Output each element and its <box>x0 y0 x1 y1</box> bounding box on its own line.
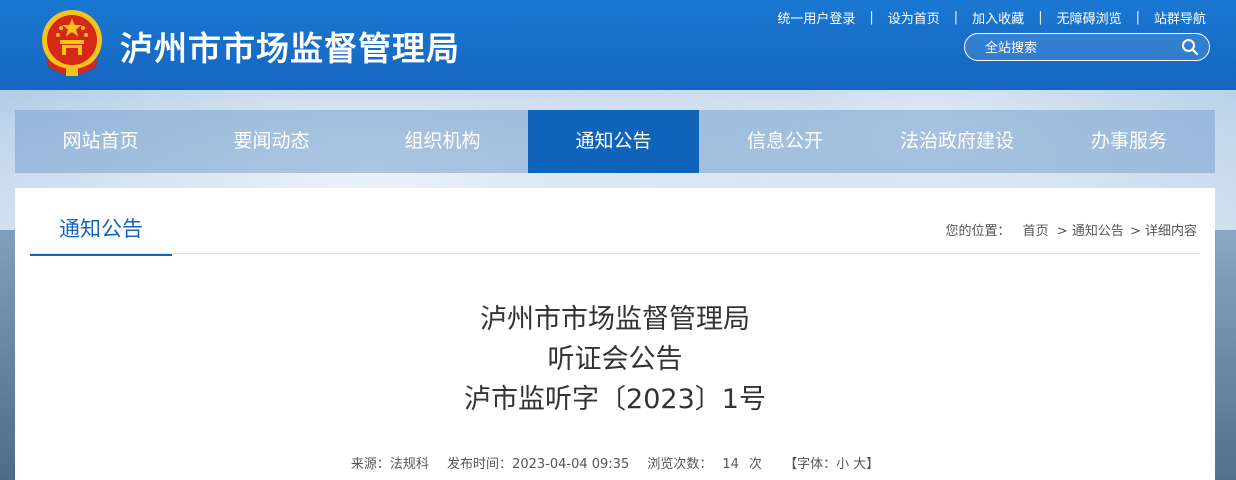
publish-time: 2023-04-04 09:35 <box>512 457 630 472</box>
source-value: 法规科 <box>389 457 429 472</box>
main-nav: 网站首页 要闻动态 组织机构 通知公告 信息公开 法治政府建设 办事服务 <box>15 110 1215 173</box>
breadcrumb-label: 您的位置： <box>945 224 1011 239</box>
publish-label: 发布时间： <box>447 457 513 472</box>
views-count: 14 <box>722 457 739 472</box>
nav-item-info-disclosure[interactable]: 信息公开 <box>699 110 871 173</box>
headline-line-2: 听证会公告 <box>547 344 683 375</box>
section-divider <box>30 253 1200 254</box>
font-size-label: 【字体： <box>784 457 837 472</box>
search-input[interactable] <box>983 38 1177 58</box>
nav-item-home[interactable]: 网站首页 <box>15 110 186 173</box>
source-label: 来源： <box>350 457 390 472</box>
headline-line-1: 泸州市市场监督管理局 <box>480 304 750 335</box>
accessibility-link[interactable]: 无障碍浏览 <box>1043 8 1136 27</box>
login-link[interactable]: 统一用户登录 <box>763 8 869 27</box>
header-bar: 泸州市市场监督管理局 统一用户登录 | 设为首页 | 加入收藏 | 无障碍浏览 … <box>0 0 1236 90</box>
article-meta: 来源：法规科 发布时间：2023-04-04 09:35 浏览次数： 14 次 【字… <box>15 453 1215 472</box>
set-homepage-link[interactable]: 设为首页 <box>874 8 954 27</box>
nav-item-notices[interactable]: 通知公告 <box>528 110 699 173</box>
site-group-nav-link[interactable]: 站群导航 <box>1140 8 1206 27</box>
link-separator: | <box>869 10 874 25</box>
search-box <box>964 33 1210 61</box>
link-separator: | <box>1135 10 1140 25</box>
content-panel: 通知公告 您的位置： 首页 > 通知公告 > 详细内容 泸州市市场监督管理局 听… <box>15 188 1215 480</box>
section-title: 通知公告 <box>30 213 172 256</box>
nav-item-rule-of-law[interactable]: 法治政府建设 <box>871 110 1043 173</box>
nav-item-news[interactable]: 要闻动态 <box>186 110 357 173</box>
site-title: 泸州市市场监督管理局 <box>120 29 460 68</box>
views-label: 浏览次数： <box>647 457 713 472</box>
breadcrumb-home[interactable]: 首页 <box>1023 224 1049 239</box>
views-unit: 次 <box>748 457 762 472</box>
link-separator: | <box>1038 10 1043 25</box>
nav-item-organization[interactable]: 组织机构 <box>357 110 528 173</box>
breadcrumb: 您的位置： 首页 > 通知公告 > 详细内容 <box>941 220 1197 239</box>
nav-item-services[interactable]: 办事服务 <box>1043 110 1215 173</box>
city-skyline-right <box>1214 230 1236 480</box>
search-icon[interactable] <box>1181 38 1199 56</box>
breadcrumb-current: > 详细内容 <box>1129 224 1197 239</box>
city-skyline-left <box>0 230 16 480</box>
breadcrumb-notices[interactable]: > 通知公告 <box>1057 224 1124 239</box>
article-headline: 泸州市市场监督管理局 听证会公告 泸市监听字〔2023〕1号 <box>15 300 1215 420</box>
font-large-button[interactable]: 大】 <box>853 457 879 472</box>
add-favorite-link[interactable]: 加入收藏 <box>958 8 1038 27</box>
headline-line-3: 泸市监听字〔2023〕1号 <box>464 384 766 415</box>
link-separator: | <box>953 10 959 25</box>
font-small-button[interactable]: 小 <box>836 457 849 472</box>
national-emblem-icon <box>42 10 102 76</box>
top-links: 统一用户登录 | 设为首页 | 加入收藏 | 无障碍浏览 | 站群导航 <box>763 8 1206 27</box>
